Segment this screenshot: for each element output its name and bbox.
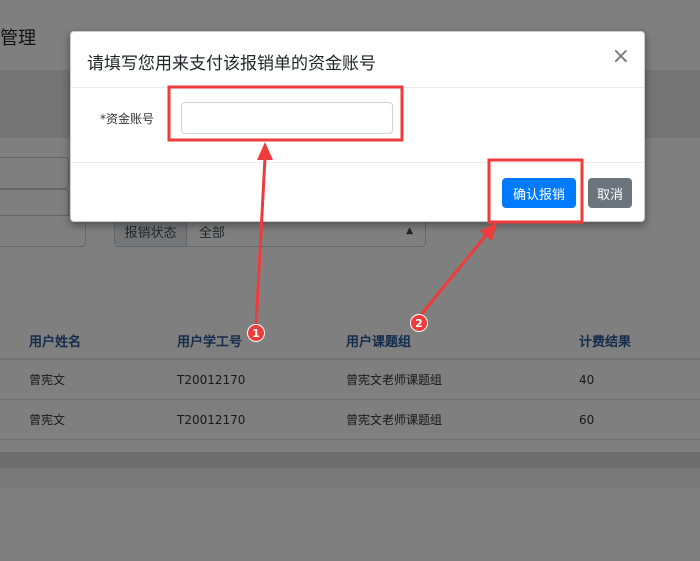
- modal-title: 请填写您用来支付该报销单的资金账号: [87, 54, 376, 74]
- account-modal: 请填写您用来支付该报销单的资金账号 × *资金账号 确认报销 取消: [70, 31, 645, 222]
- cancel-button[interactable]: 取消: [588, 178, 632, 208]
- confirm-reimburse-button[interactable]: 确认报销: [502, 178, 576, 208]
- account-input[interactable]: [181, 102, 393, 134]
- close-icon[interactable]: ×: [612, 46, 630, 68]
- annotation-badge-2: 2: [410, 314, 428, 332]
- modal-header: 请填写您用来支付该报销单的资金账号 ×: [71, 32, 644, 88]
- account-field-label: *资金账号: [100, 112, 155, 126]
- annotation-badge-1: 1: [247, 324, 265, 342]
